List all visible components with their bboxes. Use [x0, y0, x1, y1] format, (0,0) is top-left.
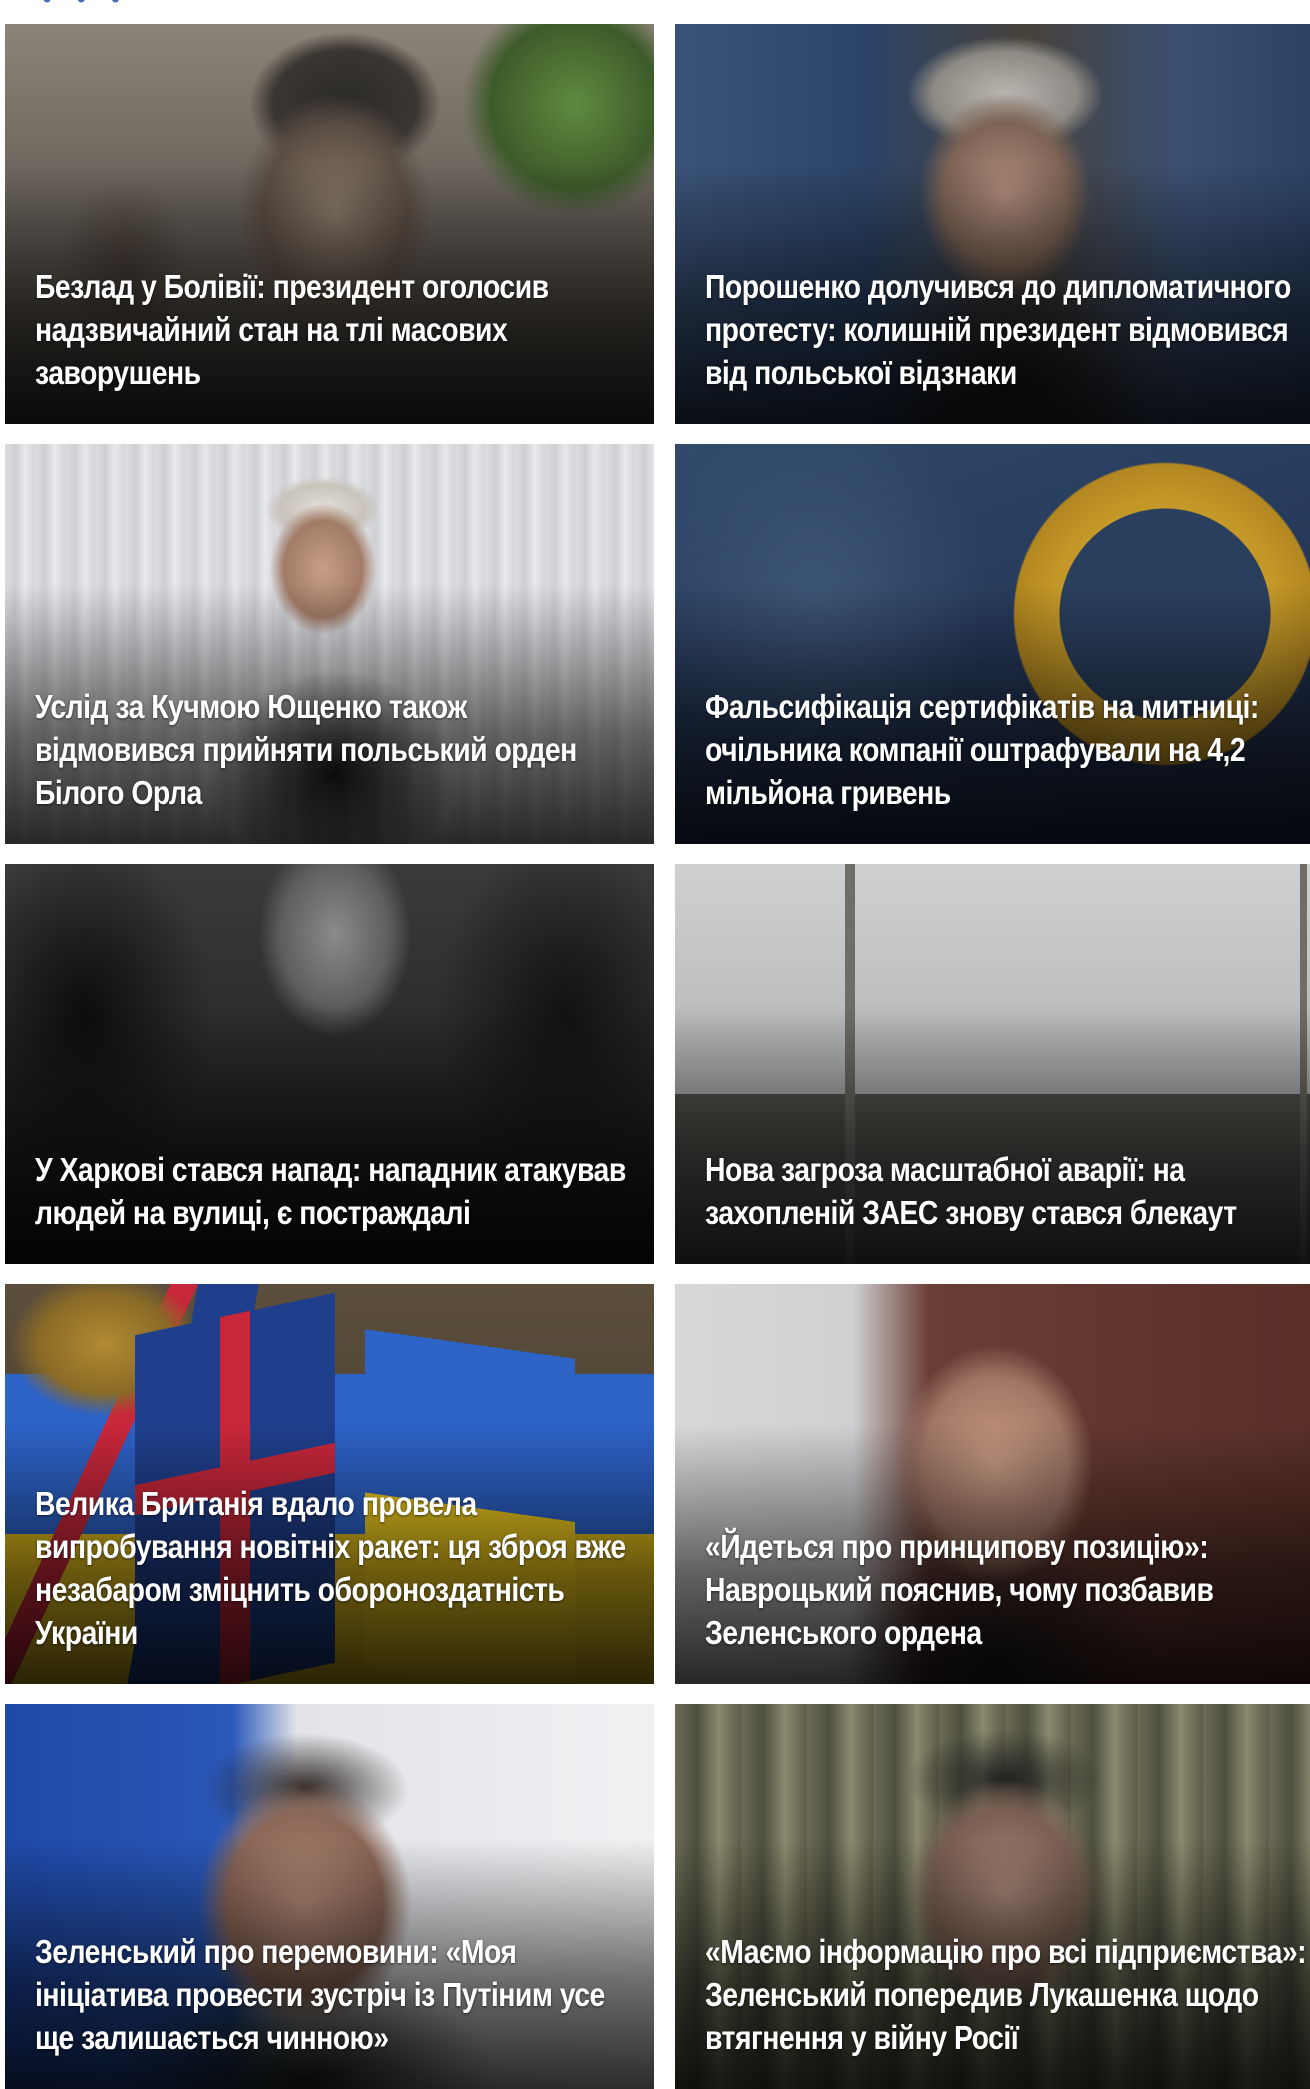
news-headline[interactable]: Велика Британія вдало провела випробуван…: [35, 1482, 628, 1654]
news-headline[interactable]: Безлад у Болівії: президент оголосив над…: [35, 265, 628, 394]
news-card[interactable]: Услід за Кучмою Ющенко також відмовився …: [5, 444, 654, 844]
news-headline[interactable]: Услід за Кучмою Ющенко також відмовився …: [35, 685, 628, 814]
news-headline[interactable]: У Харкові стався напад: нападник атакува…: [35, 1148, 628, 1234]
news-card[interactable]: Зеленський про перемовини: «Моя ініціати…: [5, 1704, 654, 2089]
news-headline[interactable]: Зеленський про перемовини: «Моя ініціати…: [35, 1930, 628, 2059]
news-card[interactable]: Нова загроза масштабної аварії: на захоп…: [675, 864, 1310, 1264]
news-headline[interactable]: Нова загроза масштабної аварії: на захоп…: [705, 1148, 1307, 1234]
news-headline[interactable]: «Йдеться про принципову позицію»: Навроц…: [705, 1525, 1307, 1654]
news-card[interactable]: Порошенко долучився до дипломатичного пр…: [675, 24, 1310, 424]
pagination-dots-icon: •••: [40, 0, 143, 14]
news-card[interactable]: У Харкові стався напад: нападник атакува…: [5, 864, 654, 1264]
news-card[interactable]: «Йдеться про принципову позицію»: Навроц…: [675, 1284, 1310, 1684]
news-headline[interactable]: Порошенко долучився до дипломатичного пр…: [705, 265, 1307, 394]
news-headline[interactable]: «Маємо інформацію про всі підприємства»:…: [705, 1930, 1307, 2059]
news-card[interactable]: Велика Британія вдало провела випробуван…: [5, 1284, 654, 1684]
news-headline[interactable]: Фальсифікація сертифікатів на митниці: о…: [705, 685, 1307, 814]
news-card[interactable]: Фальсифікація сертифікатів на митниці: о…: [675, 444, 1310, 844]
top-strip: •••: [0, 0, 1310, 22]
news-card[interactable]: Безлад у Болівії: президент оголосив над…: [5, 24, 654, 424]
news-card[interactable]: «Маємо інформацію про всі підприємства»:…: [675, 1704, 1310, 2089]
